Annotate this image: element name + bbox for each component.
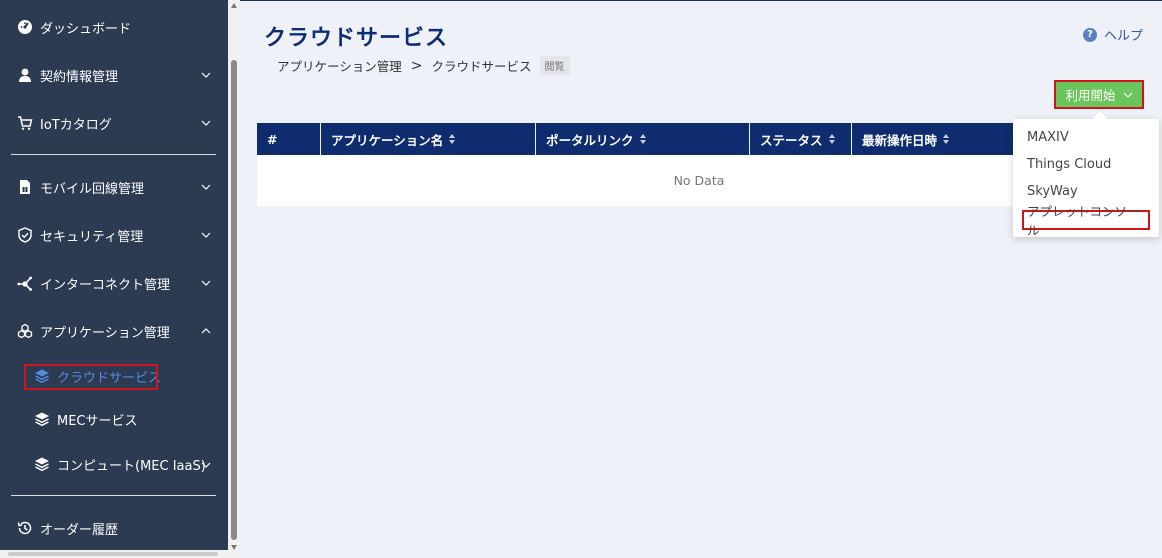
column-header-app-name[interactable]: アプリケーション名 — [321, 123, 536, 155]
permission-badge: 閲覧 — [539, 56, 570, 75]
column-header-status[interactable]: ステータス — [750, 123, 852, 155]
sidebar-subitem-compute[interactable]: コンピュート(MEC IaaS) — [0, 446, 228, 482]
dropdown-item-things-cloud[interactable]: Things Cloud — [1027, 157, 1111, 172]
sidebar-subitem-label: コンピュート(MEC IaaS) — [57, 458, 206, 474]
shield-icon — [17, 227, 33, 243]
start-usage-dropdown: MAXIV Things Cloud SkyWay アプレットコンソール — [1013, 110, 1159, 238]
vertical-scrollbar[interactable] — [228, 0, 240, 558]
scroll-up-arrow-icon[interactable] — [231, 3, 237, 8]
breadcrumb-item: クラウドサービス — [431, 59, 532, 74]
cart-icon — [17, 115, 33, 131]
column-header-number: # — [257, 123, 321, 155]
chevron-down-icon — [201, 181, 211, 191]
chevron-down-icon — [201, 459, 211, 469]
help-link[interactable]: ? ヘルプ — [1083, 25, 1143, 44]
sidebar-item-mobile[interactable]: モバイル回線管理 — [0, 167, 228, 207]
sort-icon[interactable] — [448, 133, 456, 145]
scroll-down-arrow-icon[interactable] — [231, 545, 237, 550]
column-label: 最新操作日時 — [862, 132, 938, 148]
sidebar: ダッシュボード 契約情報管理 IoTカタログ モバイル回線管理 セキュリティ管理 — [0, 0, 228, 558]
empty-text: No Data — [673, 173, 725, 188]
sidebar-item-iot-catalog[interactable]: IoTカタログ — [0, 103, 228, 143]
scroll-thumb[interactable] — [8, 552, 218, 556]
dropdown-item-maxiv[interactable]: MAXIV — [1027, 130, 1069, 145]
sidebar-item-contract[interactable]: 契約情報管理 — [0, 55, 228, 95]
column-label: ステータス — [760, 132, 823, 148]
network-icon — [17, 275, 33, 291]
help-icon: ? — [1083, 27, 1097, 42]
sidebar-item-application[interactable]: アプリケーション管理 — [0, 311, 228, 351]
chevron-down-icon — [1123, 92, 1132, 98]
dropdown-arrow — [1092, 110, 1108, 126]
breadcrumb-separator: > — [410, 57, 423, 74]
sidebar-subitem-mec-service[interactable]: MECサービス — [0, 401, 228, 437]
scroll-thumb[interactable] — [231, 60, 237, 540]
column-label: # — [267, 131, 278, 147]
dropdown-item-skyway[interactable]: SkyWay — [1027, 184, 1078, 199]
user-icon — [17, 67, 33, 83]
sidebar-item-security[interactable]: セキュリティ管理 — [0, 215, 228, 255]
dropdown-item-applet-console[interactable]: アプレットコンソール — [1022, 204, 1150, 238]
layers-icon — [34, 456, 50, 472]
start-usage-button[interactable]: 利用開始 — [1054, 80, 1144, 109]
apps-icon — [17, 323, 33, 339]
sort-icon[interactable] — [942, 133, 950, 145]
sidebar-item-dashboard[interactable]: ダッシュボード — [0, 7, 228, 47]
sort-icon[interactable] — [639, 133, 647, 145]
dashboard-icon — [17, 19, 33, 35]
top-border — [240, 0, 1162, 1]
sidebar-item-label: アプリケーション管理 — [40, 325, 170, 341]
sidebar-item-label: セキュリティ管理 — [40, 229, 144, 245]
chevron-down-icon — [201, 69, 211, 79]
start-usage-label: 利用開始 — [1065, 88, 1116, 103]
column-label: アプリケーション名 — [331, 132, 444, 148]
divider — [11, 495, 216, 496]
sidebar-subitem-label: MECサービス — [57, 413, 138, 429]
sidebar-item-label: インターコネクト管理 — [40, 277, 171, 293]
horizontal-scrollbar[interactable] — [0, 550, 228, 558]
chevron-down-icon — [201, 277, 211, 287]
chevron-down-icon — [201, 117, 211, 127]
sim-card-icon — [17, 179, 33, 195]
highlight-box — [24, 364, 158, 390]
column-header-portal-link[interactable]: ポータルリンク — [536, 123, 750, 155]
sidebar-item-label: IoTカタログ — [40, 117, 112, 133]
sidebar-item-order-history[interactable]: オーダー履歴 — [0, 508, 228, 548]
breadcrumb: アプリケーション管理 > クラウドサービス 閲覧 — [277, 56, 570, 75]
page-title: クラウドサービス — [264, 26, 449, 51]
sidebar-item-label: ダッシュボード — [40, 21, 132, 37]
layers-icon — [34, 411, 50, 427]
help-label: ヘルプ — [1104, 29, 1144, 44]
sidebar-item-label: 契約情報管理 — [40, 69, 119, 85]
history-icon — [17, 520, 33, 536]
breadcrumb-item[interactable]: アプリケーション管理 — [277, 56, 402, 75]
sidebar-item-label: モバイル回線管理 — [40, 181, 145, 197]
sidebar-item-interconnect[interactable]: インターコネクト管理 — [0, 263, 228, 303]
chevron-up-icon — [201, 325, 211, 335]
sidebar-item-label: オーダー履歴 — [40, 522, 119, 538]
column-label: ポータルリンク — [546, 132, 634, 148]
sort-icon[interactable] — [828, 133, 836, 145]
chevron-down-icon — [201, 229, 211, 239]
divider — [11, 154, 216, 155]
